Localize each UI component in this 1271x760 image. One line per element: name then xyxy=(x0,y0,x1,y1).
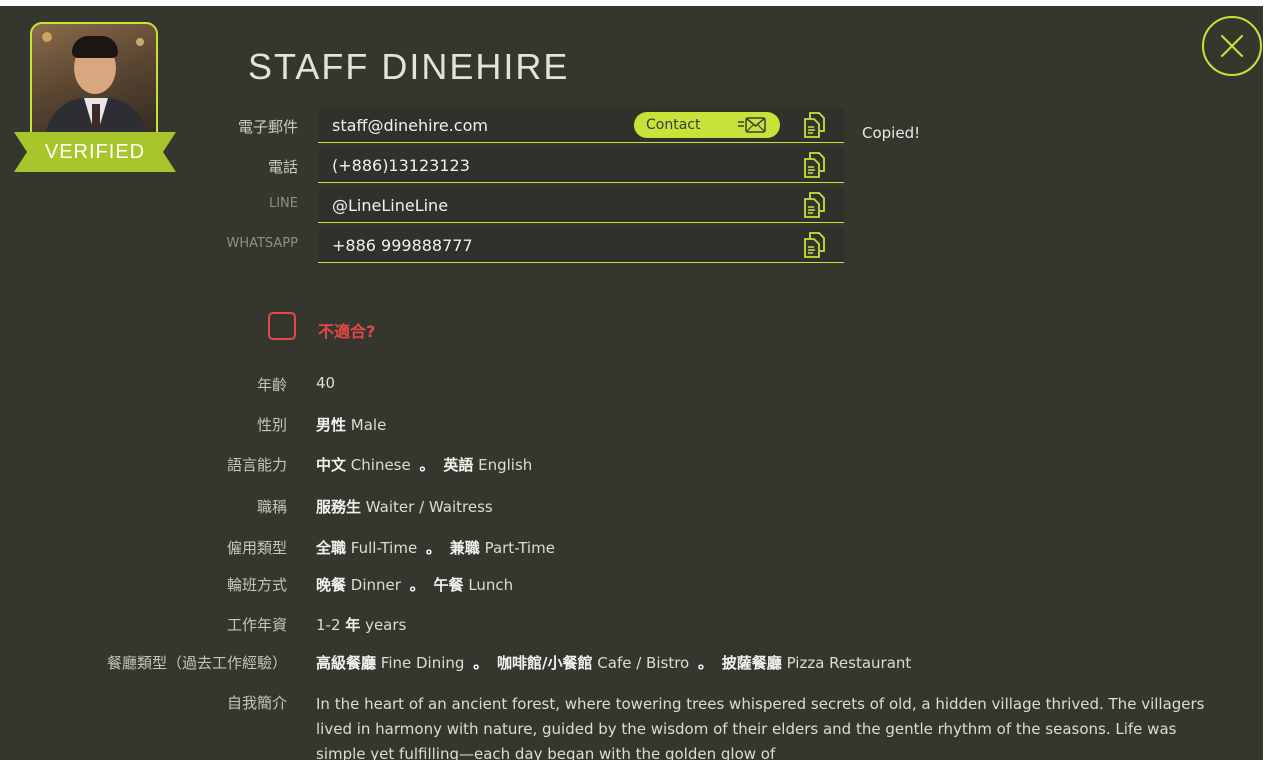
copy-icon[interactable] xyxy=(804,192,826,218)
restaurant-type-zh: 高級餐廳 xyxy=(316,654,377,672)
shift-zh: 晚餐 xyxy=(316,576,347,594)
line-field: @LineLineLine xyxy=(318,188,844,223)
restaurant-type-en: Fine Dining xyxy=(380,654,465,672)
separator-dot: 。 xyxy=(419,456,435,474)
profile-name: STAFF DINEHIRE xyxy=(248,46,570,87)
contact-button[interactable]: Contact xyxy=(634,112,780,138)
language-en: Chinese xyxy=(350,456,411,474)
employment-type-label: 僱用類型 xyxy=(226,539,287,557)
languages-label: 語言能力 xyxy=(226,456,287,474)
avatar-background-light xyxy=(136,38,144,46)
gender-label: 性別 xyxy=(256,416,287,434)
separator-dot: 。 xyxy=(473,654,489,672)
line-label: LINE xyxy=(268,196,298,211)
job-title-label: 職稱 xyxy=(256,498,287,516)
restaurant-type-zh: 咖啡館/小餐館 xyxy=(497,654,593,672)
employment-en: Part-Time xyxy=(484,539,555,557)
whatsapp-label: WHATSAPP xyxy=(226,236,298,251)
bio-text: In the heart of an ancient forest, where… xyxy=(316,695,1205,760)
restaurant-type-en: Cafe / Bistro xyxy=(597,654,690,672)
separator-dot: 。 xyxy=(409,576,425,594)
line-value[interactable]: @LineLineLine xyxy=(332,196,448,215)
restaurant-type-value: 高級餐廳 Fine Dining 。 咖啡館/小餐館 Cafe / Bistro… xyxy=(316,652,911,673)
gender-value: 男性 Male xyxy=(316,414,386,435)
phone-label: 電話 xyxy=(267,158,298,176)
age-label: 年齡 xyxy=(256,376,287,394)
language-en: English xyxy=(478,456,533,474)
email-value[interactable]: staff@dinehire.com xyxy=(332,116,488,135)
mail-icon xyxy=(738,117,766,133)
job-title-value: 服務生 Waiter / Waitress xyxy=(316,496,493,517)
experience-value: 1-2 年 years xyxy=(316,614,406,635)
bio-label: 自我簡介 xyxy=(226,694,287,712)
employment-type-value: 全職 Full-Time 。 兼職 Part-Time xyxy=(316,537,555,558)
email-label: 電子郵件 xyxy=(237,118,298,136)
copied-notice: Copied! xyxy=(862,124,921,142)
languages-value: 中文 Chinese 。 英語 English xyxy=(316,454,532,475)
restaurant-type-en: Pizza Restaurant xyxy=(786,654,912,672)
employment-zh: 全職 xyxy=(316,539,347,557)
unfit-checkbox[interactable] xyxy=(268,312,296,340)
copy-icon[interactable] xyxy=(804,232,826,258)
experience-en: years xyxy=(365,616,407,634)
profile-avatar xyxy=(30,22,158,150)
separator-dot: 。 xyxy=(425,539,441,557)
shift-en: Dinner xyxy=(350,576,401,594)
verified-badge: VERIFIED xyxy=(14,132,176,172)
whatsapp-value[interactable]: +886 999888777 xyxy=(332,236,473,255)
restaurant-type-zh: 披薩餐廳 xyxy=(721,654,782,672)
gender-en: Male xyxy=(350,416,387,434)
phone-value[interactable]: (+886)13123123 xyxy=(332,156,470,175)
avatar-hair xyxy=(72,36,118,58)
contact-button-label: Contact xyxy=(646,117,701,133)
experience-label: 工作年資 xyxy=(226,616,287,634)
job-title-zh: 服務生 xyxy=(316,498,362,516)
shift-en: Lunch xyxy=(468,576,514,594)
language-zh: 中文 xyxy=(316,456,347,474)
separator-dot: 。 xyxy=(698,654,714,672)
phone-field: (+886)13123123 xyxy=(318,148,844,183)
job-title-en: Waiter / Waitress xyxy=(365,498,493,516)
experience-zh: 年 xyxy=(345,616,361,634)
experience-years: 1-2 xyxy=(316,616,341,634)
whatsapp-field: +886 999888777 xyxy=(318,228,844,263)
copy-icon[interactable] xyxy=(804,112,826,138)
restaurant-type-label: 餐廳類型（過去工作經驗） xyxy=(106,654,287,672)
close-icon[interactable] xyxy=(1202,16,1262,76)
employment-zh: 兼職 xyxy=(449,539,480,557)
unfit-label[interactable]: 不適合? xyxy=(318,318,375,342)
profile-modal: VERIFIED STAFF DINEHIRE 電子郵件 staff@dineh… xyxy=(0,6,1263,760)
employment-en: Full-Time xyxy=(350,539,418,557)
shift-value: 晚餐 Dinner 。 午餐 Lunch xyxy=(316,574,513,595)
language-zh: 英語 xyxy=(443,456,474,474)
shift-zh: 午餐 xyxy=(433,576,464,594)
copy-icon[interactable] xyxy=(804,152,826,178)
email-field: staff@dinehire.com Contact xyxy=(318,108,844,143)
gender-zh: 男性 xyxy=(316,416,347,434)
age-value: 40 xyxy=(316,374,336,392)
shift-label: 輪班方式 xyxy=(226,576,287,594)
avatar-background xyxy=(42,32,52,42)
